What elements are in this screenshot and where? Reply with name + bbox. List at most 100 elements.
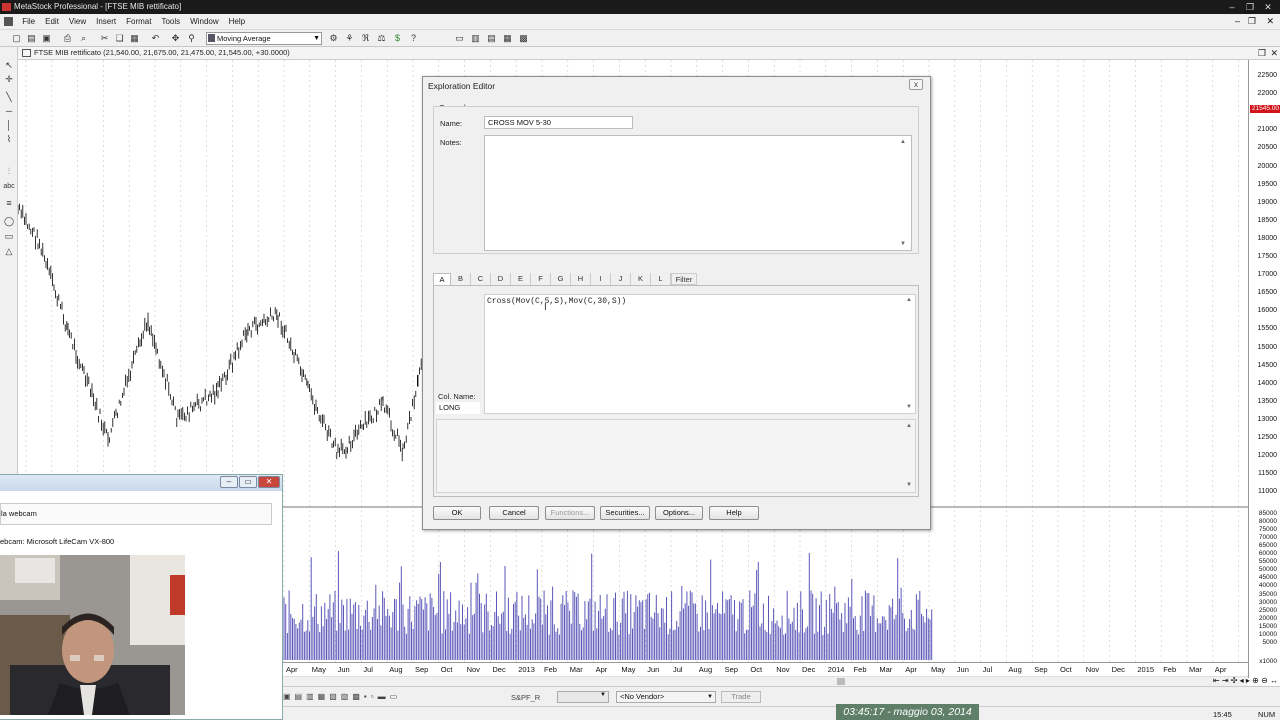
tab-filter[interactable]: Filter [671, 273, 697, 285]
formula-field[interactable]: Cross(Mov(C,5,S),Mov(C,30,S)) [484, 294, 916, 414]
close-icon[interactable]: ✕ [1260, 0, 1276, 14]
tab-d[interactable]: D [491, 273, 511, 285]
zoom-icon[interactable]: ⚲ [186, 33, 197, 44]
layout-buttons-icon[interactable]: ▣▤▥▦▧▨▩▪▫▬▭ [283, 692, 401, 701]
functions-button[interactable]: Functions... [545, 506, 595, 520]
options-button[interactable]: Options... [655, 506, 703, 520]
trade-button[interactable]: Trade [721, 691, 761, 703]
tab-j[interactable]: J [611, 273, 631, 285]
menu-format[interactable]: Format [121, 14, 156, 29]
mdi-close-icon[interactable]: ✕ [1266, 16, 1274, 27]
new-icon[interactable]: ▢ [11, 33, 22, 44]
copy-icon[interactable]: ❏ [114, 33, 125, 44]
fibonacci-tool-icon[interactable]: ⌇ [3, 133, 15, 145]
tab-k[interactable]: K [631, 273, 651, 285]
undo-icon[interactable]: ↶ [150, 33, 161, 44]
tab-b[interactable]: B [451, 273, 471, 285]
pointer-tool-icon[interactable]: ↖ [3, 59, 15, 71]
notes-scroll-down-icon[interactable]: ▼ [900, 241, 906, 247]
menu-file[interactable]: File [17, 14, 40, 29]
layout-2-icon[interactable]: ▥ [470, 33, 481, 44]
save-icon[interactable]: ▣ [41, 33, 52, 44]
explorer-icon[interactable]: ⚘ [344, 33, 355, 44]
tab-e[interactable]: E [511, 273, 531, 285]
lines-tool-icon[interactable]: ≡ [3, 197, 15, 209]
webcam-minimize-icon[interactable]: ‒ [220, 476, 238, 488]
security-tab[interactable]: S&PF_R [511, 693, 540, 702]
chart-close-icon[interactable]: ✕ [1270, 47, 1278, 59]
notes-field[interactable] [484, 135, 912, 251]
help-pointer-icon[interactable]: ? [408, 33, 419, 44]
expert-advisor-icon[interactable]: ℜ [360, 33, 371, 44]
print-icon[interactable]: ⎙ [62, 33, 73, 44]
vertical-line-tool-icon[interactable]: │ [3, 119, 15, 131]
tab-f[interactable]: F [531, 273, 551, 285]
doc-icon[interactable] [4, 17, 13, 26]
menu-edit[interactable]: Edit [40, 14, 64, 29]
crosshair-tool-icon[interactable]: ✛ [3, 73, 15, 85]
trendline-tool-icon[interactable]: ╲ [3, 91, 15, 103]
dollar-icon[interactable]: $ [392, 33, 403, 44]
horizontal-scrollbar[interactable]: ⇤ ⇥ ✣ ◂ ▸ ⊕ ⊖ ↔ [283, 676, 1278, 686]
results-scroll-down-icon[interactable]: ▼ [906, 482, 912, 488]
menu-tools[interactable]: Tools [156, 14, 185, 29]
chart-restore-icon[interactable]: ❐ [1258, 47, 1266, 59]
layout-1-icon[interactable]: ▭ [454, 33, 465, 44]
time-tick-label: Sep [724, 665, 738, 674]
formula-scroll-up-icon[interactable]: ▲ [906, 297, 912, 303]
time-tick-label: Aug [389, 665, 403, 674]
ok-button[interactable]: OK [433, 506, 481, 520]
cut-icon[interactable]: ✂ [99, 33, 110, 44]
menu-view[interactable]: View [64, 14, 91, 29]
indicator-select[interactable]: Moving Average ▼ [206, 32, 322, 45]
horizontal-line-tool-icon[interactable]: ─ [3, 105, 15, 117]
tab-a[interactable]: A [433, 273, 451, 285]
webcam-maximize-icon[interactable]: ▭ [239, 476, 257, 488]
results-scroll-up-icon[interactable]: ▲ [906, 423, 912, 429]
system-tester-icon[interactable]: ⚖ [376, 33, 387, 44]
restore-icon[interactable]: ❐ [1242, 0, 1258, 14]
open-icon[interactable]: ▤ [26, 33, 37, 44]
triangle-tool-icon[interactable]: △ [3, 245, 15, 257]
print-preview-icon[interactable]: ⌕ [78, 33, 89, 44]
period-select[interactable]: ▼ [557, 691, 609, 703]
scroll-thumb[interactable] [837, 678, 845, 685]
exploration-editor-dialog: Exploration Editor x General Name: CROSS… [422, 76, 931, 530]
securities-button[interactable]: Securities... [600, 506, 650, 520]
formula-scroll-down-icon[interactable]: ▼ [906, 404, 912, 410]
tab-c[interactable]: C [471, 273, 491, 285]
layout-3-icon[interactable]: ▤ [486, 33, 497, 44]
text-tool-icon[interactable]: abc [3, 181, 15, 193]
channel-tool-icon[interactable]: ⫶ [3, 165, 15, 177]
menu-window[interactable]: Window [185, 14, 223, 29]
mdi-restore-icon[interactable]: ❐ [1248, 16, 1256, 27]
crosshair-icon[interactable]: ✥ [170, 33, 181, 44]
rectangle-tool-icon[interactable]: ▭ [3, 230, 15, 242]
col-name-field[interactable]: LONG [436, 402, 480, 414]
menu-insert[interactable]: Insert [91, 14, 121, 29]
vendor-select[interactable]: <No Vendor> ▼ [616, 691, 716, 703]
tab-i[interactable]: I [591, 273, 611, 285]
name-field[interactable]: CROSS MOV 5-30 [484, 116, 633, 129]
paste-icon[interactable]: ▦ [129, 33, 140, 44]
tab-g[interactable]: G [551, 273, 571, 285]
tab-l[interactable]: L [651, 273, 671, 285]
layout-4-icon[interactable]: ▦ [502, 33, 513, 44]
time-tick-label: Oct [750, 665, 763, 674]
minimize-icon[interactable]: ‒ [1224, 0, 1240, 14]
webcam-option-line[interactable]: la webcam [0, 503, 272, 525]
notes-scroll-up-icon[interactable]: ▲ [900, 139, 906, 145]
indicator-builder-icon[interactable]: ⚙ [328, 33, 339, 44]
layout-5-icon[interactable]: ▩ [518, 33, 529, 44]
scroll-controls-icon[interactable]: ⇤ ⇥ ✣ ◂ ▸ ⊕ ⊖ ↔ [1213, 676, 1278, 685]
volume-tick-label: 65000 [1258, 542, 1277, 550]
cancel-button[interactable]: Cancel [489, 506, 539, 520]
tab-h[interactable]: H [571, 273, 591, 285]
menu-help[interactable]: Help [224, 14, 250, 29]
ellipse-tool-icon[interactable]: ◯ [3, 215, 15, 227]
webcam-close-icon[interactable]: ✕ [258, 476, 280, 488]
mdi-minimize-icon[interactable]: ‒ [1235, 16, 1240, 26]
price-tick-label: 20000 [1257, 162, 1277, 170]
dialog-close-button[interactable]: x [909, 79, 923, 90]
help-button[interactable]: Help [709, 506, 759, 520]
